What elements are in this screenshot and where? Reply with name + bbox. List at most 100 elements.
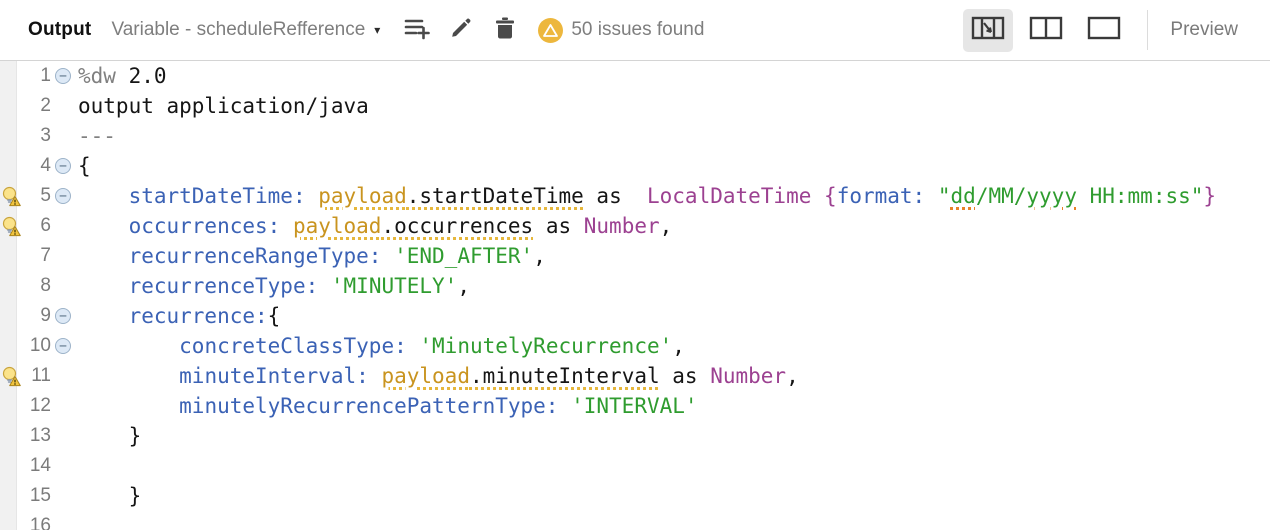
view-single-pane-button[interactable]	[1079, 9, 1129, 52]
code-text[interactable]: occurrences: payload.occurrences as Numb…	[78, 214, 672, 238]
warning-triangle-icon	[538, 18, 563, 43]
code-token-gray: ---	[78, 124, 116, 148]
code-line[interactable]: 15 }	[0, 481, 1270, 511]
code-token-plain: as	[660, 364, 711, 388]
line-number: 14	[21, 455, 51, 477]
line-number: 10	[21, 335, 51, 357]
code-token-plain	[381, 244, 394, 268]
toolbar-actions	[400, 13, 532, 47]
line-number: 1	[21, 65, 51, 87]
code-token-key: startDateTime:	[129, 184, 306, 208]
code-line[interactable]: 2 output application/java	[0, 91, 1270, 121]
code-line[interactable]: 9− recurrence:{	[0, 301, 1270, 331]
code-token-gray: %dw	[78, 64, 116, 88]
code-token-type: Number	[584, 214, 660, 238]
code-text[interactable]: }	[78, 424, 141, 448]
code-token-plain	[78, 364, 179, 388]
line-number: 9	[21, 305, 51, 327]
code-line[interactable]: 6 occurrences: payload.occurrences as Nu…	[0, 211, 1270, 241]
split-view-arrow-icon	[971, 16, 1005, 45]
code-text[interactable]: recurrence:{	[78, 304, 280, 328]
issues-indicator[interactable]: 50 issues found	[538, 18, 704, 43]
edit-transform-button[interactable]	[444, 13, 478, 47]
fold-slot: −	[51, 338, 78, 354]
view-source-with-tree-button[interactable]	[963, 9, 1013, 52]
fold-slot: −	[51, 68, 78, 84]
code-token-plain	[280, 214, 293, 238]
code-line[interactable]: 14	[0, 451, 1270, 481]
line-number: 6	[21, 215, 51, 237]
issues-count-text: 50 issues found	[571, 19, 704, 41]
output-label: Output	[28, 19, 91, 41]
warning-lightbulb-icon[interactable]	[0, 366, 21, 387]
code-text[interactable]: {	[78, 154, 91, 178]
code-text[interactable]: recurrenceType: 'MINUTELY',	[78, 274, 470, 298]
code-text[interactable]: concreteClassType: 'MinutelyRecurrence',	[78, 334, 685, 358]
code-token-key: recurrenceRangeType:	[129, 244, 382, 268]
code-token-spell: yyyy	[1026, 184, 1077, 208]
code-token-str: 'MINUTELY'	[331, 274, 457, 298]
code-line[interactable]: 16	[0, 511, 1270, 530]
trash-icon	[494, 16, 516, 45]
code-token-str: 'MinutelyRecurrence'	[419, 334, 672, 358]
code-token-plain: output application/java	[78, 94, 369, 118]
code-token-chain: .minuteInterval	[470, 364, 660, 388]
fold-slot: −	[51, 308, 78, 324]
code-token-str: "	[938, 184, 951, 208]
fold-collapse-icon[interactable]: −	[55, 188, 71, 204]
code-text[interactable]: minutelyRecurrencePatternType: 'INTERVAL…	[78, 394, 698, 418]
code-token-type: {	[824, 184, 837, 208]
list-add-icon	[404, 16, 430, 45]
line-number: 5	[21, 185, 51, 207]
code-token-plain	[78, 244, 129, 268]
code-text[interactable]: ---	[78, 124, 116, 148]
fold-collapse-icon[interactable]: −	[55, 68, 71, 84]
preview-button[interactable]: Preview	[1162, 13, 1246, 47]
view-split-panes-button[interactable]	[1021, 9, 1071, 52]
code-text[interactable]: minuteInterval: payload.minuteInterval a…	[78, 364, 799, 388]
line-number: 2	[21, 95, 51, 117]
dataweave-code-editor[interactable]: 1−%dw 2.02output application/java3---4−{…	[0, 61, 1270, 530]
delete-transform-button[interactable]	[488, 13, 522, 47]
code-line[interactable]: 12 minutelyRecurrencePatternType: 'INTER…	[0, 391, 1270, 421]
code-token-str: /MM/	[976, 184, 1027, 208]
code-text[interactable]: startDateTime: payload.startDateTime as …	[78, 184, 1216, 208]
variable-selector-label: Variable - scheduleRefference	[111, 19, 365, 41]
code-token-plain	[558, 394, 571, 418]
code-text[interactable]: %dw 2.0	[78, 64, 167, 88]
code-token-plain	[78, 274, 129, 298]
code-line[interactable]: 10− concreteClassType: 'MinutelyRecurren…	[0, 331, 1270, 361]
code-line[interactable]: 13 }	[0, 421, 1270, 451]
warning-lightbulb-icon[interactable]	[0, 216, 21, 237]
code-line[interactable]: 3---	[0, 121, 1270, 151]
code-token-payload: payload	[381, 364, 470, 388]
code-text[interactable]: }	[78, 484, 141, 508]
code-line[interactable]: 11 minuteInterval: payload.minuteInterva…	[0, 361, 1270, 391]
code-token-spell: dd	[951, 184, 976, 208]
code-line[interactable]: 4−{	[0, 151, 1270, 181]
code-line[interactable]: 7 recurrenceRangeType: 'END_AFTER',	[0, 241, 1270, 271]
code-token-plain	[306, 184, 319, 208]
view-mode-toggles	[955, 9, 1129, 52]
line-number: 15	[21, 485, 51, 507]
variable-selector-dropdown[interactable]: Variable - scheduleRefference ▾	[111, 19, 380, 41]
code-token-plain: {	[268, 304, 281, 328]
code-text[interactable]: output application/java	[78, 94, 369, 118]
fold-collapse-icon[interactable]: −	[55, 308, 71, 324]
warning-lightbulb-icon[interactable]	[0, 186, 21, 207]
add-target-button[interactable]	[400, 13, 434, 47]
code-line[interactable]: 5− startDateTime: payload.startDateTime …	[0, 181, 1270, 211]
code-token-plain	[925, 184, 938, 208]
code-token-key: recurrence:	[129, 304, 268, 328]
fold-slot: −	[51, 188, 78, 204]
code-token-plain: {	[78, 154, 91, 178]
code-line[interactable]: 8 recurrenceType: 'MINUTELY',	[0, 271, 1270, 301]
code-line[interactable]: 1−%dw 2.0	[0, 61, 1270, 91]
code-token-type: }	[1203, 184, 1216, 208]
fold-collapse-icon[interactable]: −	[55, 158, 71, 174]
fold-collapse-icon[interactable]: −	[55, 338, 71, 354]
code-token-plain	[407, 334, 420, 358]
code-token-key: minuteInterval:	[179, 364, 369, 388]
line-number: 8	[21, 275, 51, 297]
code-text[interactable]: recurrenceRangeType: 'END_AFTER',	[78, 244, 546, 268]
